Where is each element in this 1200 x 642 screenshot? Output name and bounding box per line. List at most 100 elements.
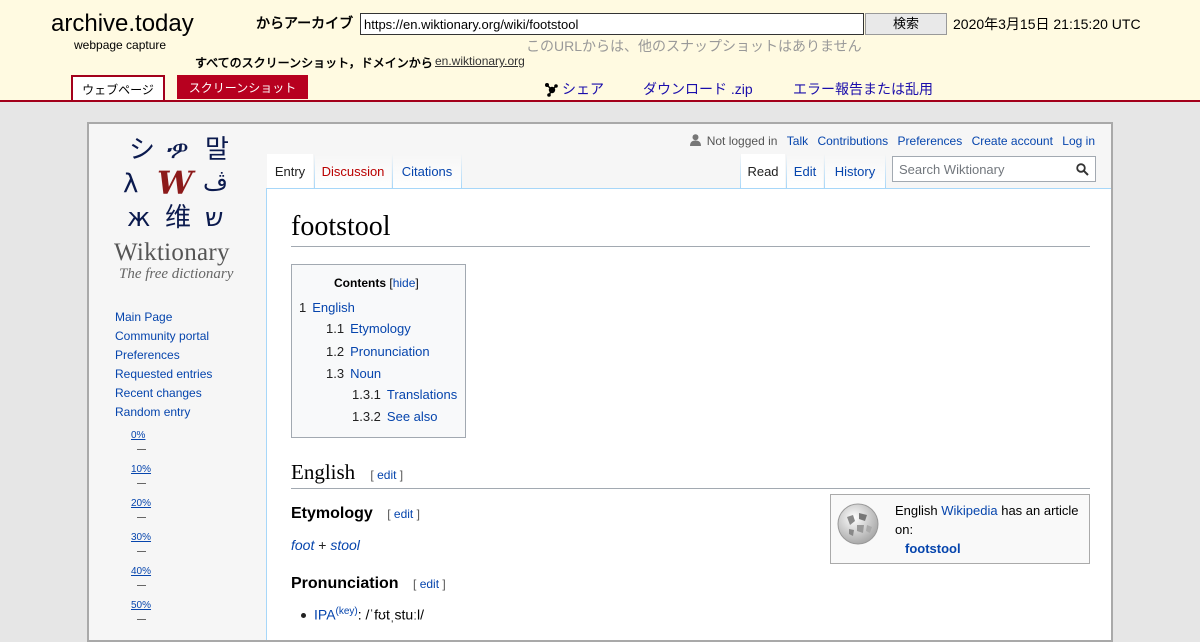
preferences-link[interactable]: Preferences — [898, 134, 963, 148]
sidebar-item-community-portal[interactable]: Community portal — [115, 329, 212, 348]
toc-text: Noun — [350, 366, 382, 381]
no-snapshots-note: このURLからは、他のスナップショットはありません — [526, 38, 862, 54]
heading-etymology-text: Etymology — [291, 505, 373, 522]
english-divider — [291, 488, 1090, 489]
tab-edit[interactable]: Edit — [787, 154, 823, 188]
archive-brand-subtitle: webpage capture — [74, 38, 167, 52]
bullet — [301, 612, 306, 618]
tab-read[interactable]: Read — [741, 154, 785, 188]
svg-text:ж: ж — [127, 203, 150, 233]
tick-40[interactable]: 40% — [131, 566, 151, 600]
etymology-part-stool[interactable]: stool — [330, 537, 360, 553]
wiki-search-input[interactable]: Search Wiktionary — [892, 156, 1096, 182]
search-button[interactable]: 検索 — [865, 13, 947, 35]
report-abuse-link[interactable]: エラー報告または乱用 — [793, 79, 933, 99]
sidebar-item-preferences[interactable]: Preferences — [115, 348, 212, 367]
search-placeholder: Search Wiktionary — [899, 162, 1005, 177]
toc-number: 1.1 — [326, 321, 345, 336]
toc-item-etymology[interactable]: 1.1 Etymology — [326, 321, 411, 336]
svg-text:ש: ש — [205, 203, 223, 233]
sidebar-item-main-page[interactable]: Main Page — [115, 310, 212, 329]
edit-link[interactable]: edit — [394, 507, 413, 521]
title-divider — [291, 246, 1090, 247]
scroll-percent-ticks: 0% 10% 20% 30% 40% 50% — [131, 430, 151, 634]
tick-20[interactable]: 20% — [131, 498, 151, 532]
toc-text: English — [312, 300, 355, 315]
edit-section-etymology: [ edit ] — [387, 507, 420, 521]
edit-section-english: [ edit ] — [370, 468, 404, 482]
svg-text:维: 维 — [165, 203, 191, 233]
tab-entry[interactable]: Entry — [267, 154, 313, 188]
toc-item-noun[interactable]: 1.3 Noun — [326, 366, 381, 381]
tab-screenshot[interactable]: スクリーンショット — [177, 75, 308, 99]
ipa-link[interactable]: IPA — [314, 607, 336, 623]
pronunciation-item: IPA(key): /ˈfʊtˌstuːl/ — [301, 606, 424, 623]
sidebar-item-requested-entries[interactable]: Requested entries — [115, 367, 212, 386]
wikipedia-sister-box: English Wikipedia has an article on: foo… — [830, 494, 1090, 564]
domain-link[interactable]: en.wiktionary.org — [435, 54, 525, 68]
share-link[interactable]: シェア — [543, 79, 604, 99]
sidebar-item-recent-changes[interactable]: Recent changes — [115, 386, 212, 405]
toc-item-pronunciation[interactable]: 1.2 Pronunciation — [326, 344, 430, 359]
toc-number: 1.3 — [326, 366, 345, 381]
etymology-plus: + — [314, 537, 331, 553]
heading-pronunciation-text: Pronunciation — [291, 575, 399, 592]
toc-item-see-also[interactable]: 1.3.2 See also — [352, 409, 438, 424]
edit-section-pronunciation: [ edit ] — [413, 577, 446, 591]
not-logged-in-label: Not logged in — [706, 134, 778, 148]
ipa-key-link[interactable]: (key) — [336, 606, 358, 617]
logo-title: Wiktionary — [114, 239, 230, 266]
url-input[interactable] — [360, 13, 864, 35]
toc-text: Translations — [386, 387, 458, 402]
table-of-contents: Contents [hide] 1 English 1.1 Etymology 1.… — [291, 264, 466, 438]
tick-30[interactable]: 30% — [131, 532, 151, 566]
tab-citations[interactable]: Citations — [393, 154, 461, 188]
toc-item-translations[interactable]: 1.3.1 Translations — [352, 387, 457, 402]
tick-label: 50% — [131, 600, 152, 611]
etymology-part-foot[interactable]: foot — [291, 537, 314, 553]
talk-link[interactable]: Talk — [787, 134, 808, 148]
tick-label: 20% — [131, 498, 152, 509]
toc-title: Contents — [334, 276, 386, 290]
edit-link[interactable]: edit — [377, 468, 396, 482]
tab-discussion[interactable]: Discussion — [315, 154, 391, 188]
share-label: シェア — [562, 81, 604, 97]
svg-text:ዏ: ዏ — [167, 135, 189, 165]
contributions-link[interactable]: Contributions — [817, 134, 888, 148]
search-icon[interactable] — [1076, 163, 1089, 176]
create-account-link[interactable]: Create account — [972, 134, 1053, 148]
capture-timestamp: 2020年3月15日 21:15:20 UTC — [953, 16, 1141, 32]
download-zip-link[interactable]: ダウンロード .zip — [643, 79, 753, 99]
toc-number: 1.3.1 — [352, 387, 381, 402]
tab-history[interactable]: History — [825, 154, 885, 188]
tick-label: 0% — [131, 430, 146, 441]
tab-webpage[interactable]: ウェブページ — [71, 75, 165, 100]
tick-0[interactable]: 0% — [131, 430, 151, 464]
toc-text: See also — [386, 409, 438, 424]
toc-text: Etymology — [350, 321, 411, 336]
edit-link[interactable]: edit — [420, 577, 439, 591]
captured-page: シ ዏ 말 λ W ڤ ж 维 ש Wiktionary The free di… — [87, 122, 1113, 642]
archive-header: archive.today webpage capture からアーカイブ 検索… — [0, 0, 1200, 102]
svg-text:말: 말 — [205, 135, 229, 165]
log-in-link[interactable]: Log in — [1062, 134, 1095, 148]
etymology-text: foot + stool — [291, 537, 360, 553]
toc-heading: Contents [hide] — [334, 276, 419, 290]
heading-pronunciation: Pronunciation [ edit ] — [291, 575, 446, 593]
tick-10[interactable]: 10% — [131, 464, 151, 498]
heading-etymology: Etymology [ edit ] — [291, 505, 420, 523]
sidebar-item-random-entry[interactable]: Random entry — [115, 405, 212, 424]
toc-hide-link[interactable]: hide — [393, 276, 416, 290]
svg-text:ڤ: ڤ — [203, 168, 228, 196]
logo-tagline: The free dictionary — [119, 266, 234, 282]
archive-brand[interactable]: archive.today — [51, 10, 194, 38]
wikipedia-link[interactable]: Wikipedia — [941, 503, 997, 518]
tick-50[interactable]: 50% — [131, 600, 151, 634]
user-icon — [690, 134, 702, 146]
sidebar-navigation: Main Page Community portal Preferences R… — [115, 310, 212, 424]
share-icon — [545, 83, 558, 97]
wikipedia-article-link[interactable]: footstool — [905, 541, 961, 556]
toc-item-english[interactable]: 1 English — [299, 300, 355, 315]
toc-number: 1 — [299, 300, 307, 315]
all-screenshots-label: すべてのスクリーンショット，ドメインから — [195, 56, 433, 70]
